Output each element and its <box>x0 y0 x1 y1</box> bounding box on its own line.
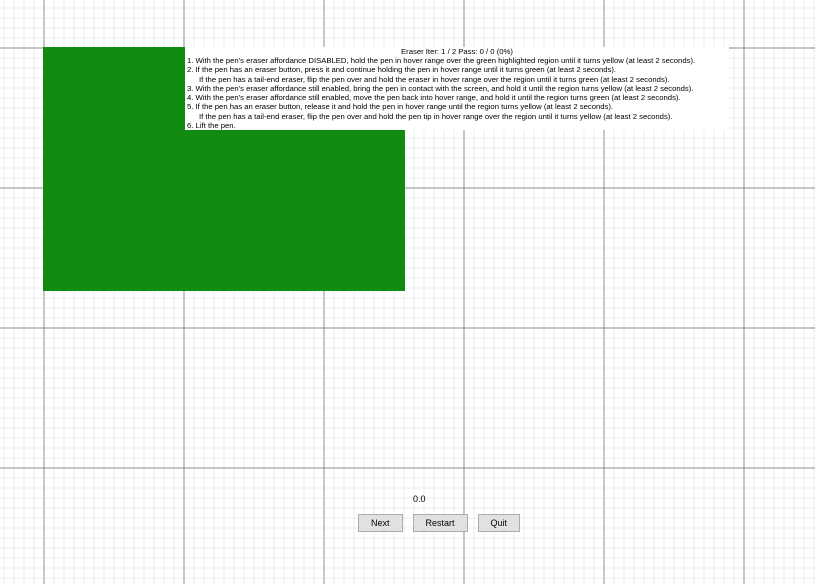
next-button[interactable]: Next <box>358 514 403 532</box>
test-header: Eraser Iter: 1 / 2 Pass: 0 / 0 (0%) <box>187 47 727 56</box>
quit-button[interactable]: Quit <box>478 514 521 532</box>
restart-button[interactable]: Restart <box>413 514 468 532</box>
button-bar: Next Restart Quit <box>358 514 520 532</box>
instruction-step-3: 3. With the pen's eraser affordance stil… <box>187 84 727 93</box>
instruction-step-5: 5. If the pen has an eraser button, rele… <box>187 102 727 111</box>
instruction-panel: Eraser Iter: 1 / 2 Pass: 0 / 0 (0%) 1. W… <box>185 47 729 130</box>
instruction-step-2: 2. If the pen has an eraser button, pres… <box>187 65 727 74</box>
status-value: 0.0 <box>413 494 426 504</box>
instruction-step-2-sub: If the pen has a tail-end eraser, flip t… <box>187 75 727 84</box>
instruction-step-6: 6. Lift the pen. <box>187 121 727 130</box>
instruction-step-4: 4. With the pen's eraser affordance stil… <box>187 93 727 102</box>
instruction-step-5-sub: If the pen has a tail-end eraser, flip t… <box>187 112 727 121</box>
instruction-step-1: 1. With the pen's eraser affordance DISA… <box>187 56 727 65</box>
